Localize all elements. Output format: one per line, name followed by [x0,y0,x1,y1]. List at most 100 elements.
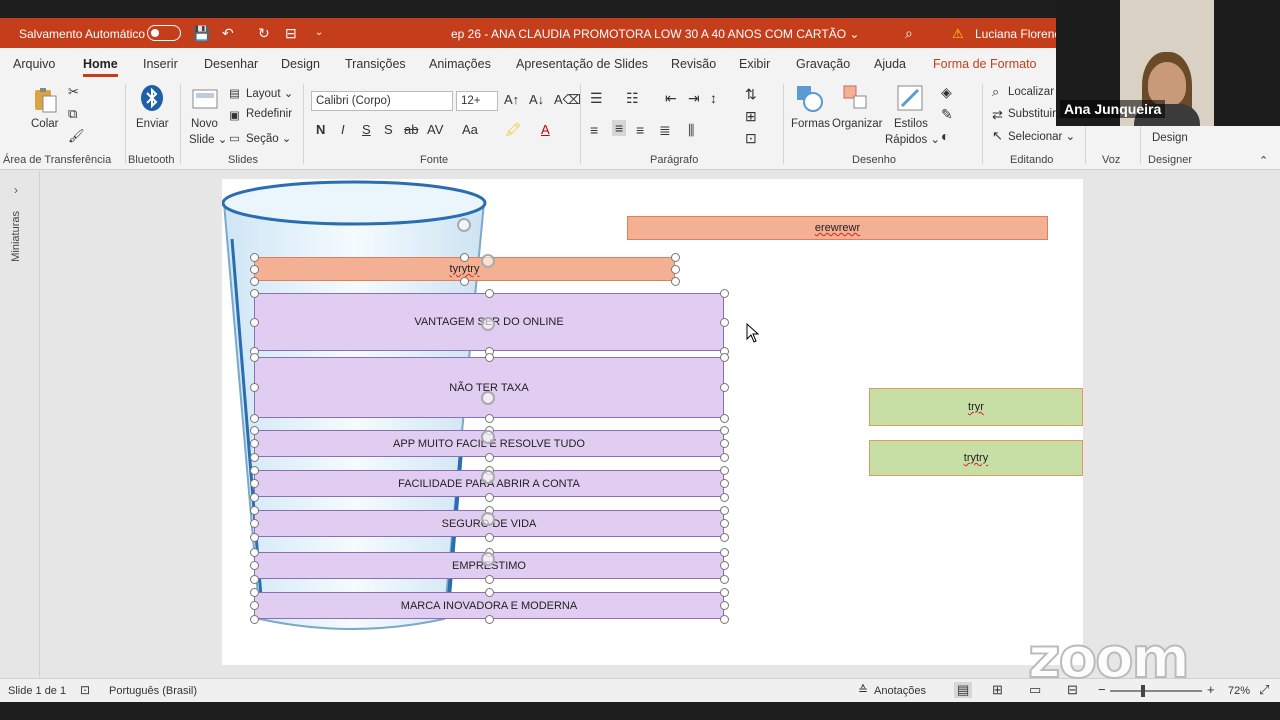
rotate-handle-icon[interactable] [481,430,495,444]
replace-button[interactable]: Substituir [1008,108,1056,120]
participant-video[interactable]: Ana Junqueira [1056,0,1280,126]
select-icon[interactable]: ↖ [992,128,1003,144]
clear-format-icon[interactable]: A⌫ [554,92,581,108]
notes-button[interactable]: Anotações [874,685,926,697]
collapse-ribbon-icon[interactable]: ⌃ [1259,154,1268,167]
shape-top-bar[interactable]: erewrewr [627,216,1048,240]
resize-handle[interactable] [719,383,729,392]
bold-icon[interactable]: N [316,122,325,137]
decrease-indent-icon[interactable]: ⇤ [665,90,677,107]
resize-handle[interactable] [249,425,259,435]
shrink-font-icon[interactable]: A↓ [529,92,544,107]
resize-handle[interactable] [484,492,494,502]
save-icon[interactable]: 💾 [193,25,210,41]
resize-handle[interactable] [249,561,259,570]
rotate-handle-icon[interactable] [457,218,471,232]
resize-handle[interactable] [249,288,259,298]
underline-icon[interactable]: S [362,122,371,137]
resize-handle[interactable] [484,587,494,597]
resize-handle[interactable] [670,264,680,274]
resize-handle[interactable] [460,276,469,286]
tab-revisao[interactable]: Revisão [671,57,716,71]
shadow-icon[interactable]: S [384,122,393,137]
find-icon[interactable]: ⌕ [992,84,999,100]
language-status[interactable]: Português (Brasil) [109,685,197,697]
copy-icon[interactable]: ⧉ [68,106,77,122]
find-button[interactable]: Localizar [1008,86,1054,98]
align-text-icon[interactable]: ⊞ [745,108,757,125]
resize-handle[interactable] [249,505,259,515]
italic-icon[interactable]: I [341,122,345,137]
reset-button[interactable]: Redefinir [246,108,292,120]
tab-home[interactable]: Home [83,57,118,77]
highlight-icon[interactable]: 🖍 [505,122,522,138]
sorter-view-icon[interactable]: ⊞ [992,682,1003,698]
rotate-handle-icon[interactable] [481,512,495,526]
document-title[interactable]: ep 26 - ANA CLAUDIA PROMOTORA LOW 30 A 4… [451,27,859,41]
fit-to-window-icon[interactable]: ⤢ [1259,682,1269,698]
zoom-level[interactable]: 72% [1228,685,1250,697]
resize-handle[interactable] [249,276,259,286]
resize-handle[interactable] [719,352,729,362]
shape-fill-icon[interactable]: ◈ [941,84,952,101]
rotate-handle-icon[interactable] [481,552,495,566]
tab-forma-de-formato[interactable]: Forma de Formato [933,57,1037,71]
format-painter-icon[interactable]: 🖌 [68,128,85,144]
font-size-select[interactable]: 12+ [456,91,498,111]
resize-handle[interactable] [719,532,729,542]
resize-handle[interactable] [249,479,259,488]
normal-view-icon[interactable]: ▤ [954,682,973,698]
text-direction-icon[interactable]: ⇅ [745,86,757,103]
autosave-toggle[interactable] [147,25,181,41]
resize-handle[interactable] [719,601,729,610]
strikethrough-icon[interactable]: ab [404,122,418,137]
section-icon[interactable]: ▭ [229,131,240,145]
resize-handle[interactable] [249,547,259,557]
resize-handle[interactable] [719,465,729,475]
resize-handle[interactable] [249,574,259,584]
customize-toolbar-icon[interactable]: ⌄ [315,25,323,41]
resize-handle[interactable] [719,505,729,515]
quick-styles-label[interactable]: Estilos [894,118,928,130]
resize-handle[interactable] [249,264,259,274]
resize-handle[interactable] [484,532,494,542]
resize-handle[interactable] [719,479,729,488]
smartart-icon[interactable]: ⊡ [745,130,757,147]
resize-handle[interactable] [484,413,494,423]
tab-desenhar[interactable]: Desenhar [204,57,258,71]
tab-animacoes[interactable]: Animações [429,57,491,71]
resize-handle[interactable] [719,492,729,502]
rotate-handle-icon[interactable] [481,317,495,331]
resize-handle[interactable] [249,317,259,327]
resize-handle[interactable] [719,317,729,327]
warning-icon[interactable]: ⚠ [952,26,964,42]
new-slide-label[interactable]: Novo [191,118,218,130]
change-case-icon[interactable]: Aa [462,122,478,137]
thumbnail-panel[interactable]: › Miniaturas [0,171,40,677]
resize-handle[interactable] [719,574,729,584]
shape-green-2[interactable]: trytry [869,440,1083,476]
resize-handle[interactable] [719,413,729,423]
spacing-icon[interactable]: AV [427,122,443,137]
undo-icon[interactable]: ↶ [222,25,234,41]
present-icon[interactable]: ⊟ [285,25,297,41]
resize-handle[interactable] [249,519,259,528]
resize-handle[interactable] [249,252,259,262]
tab-arquivo[interactable]: Arquivo [13,57,55,71]
shapes-icon[interactable] [795,84,823,112]
resize-handle[interactable] [249,587,259,597]
resize-handle[interactable] [249,439,259,448]
resize-handle[interactable] [670,276,680,286]
resize-handle[interactable] [719,547,729,557]
resize-handle[interactable] [484,352,494,362]
font-color-icon[interactable]: A [541,122,550,137]
resize-handle[interactable] [249,614,259,624]
resize-handle[interactable] [460,252,469,262]
line-spacing-icon[interactable]: ↕ [710,90,717,106]
align-right-icon[interactable]: ≡ [636,122,644,138]
user-name[interactable]: Luciana Florenci [975,27,1063,41]
layout-button[interactable]: Layout ⌄ [246,86,293,100]
resize-handle[interactable] [719,452,729,462]
resize-handle[interactable] [719,439,729,448]
tab-transicoes[interactable]: Transições [345,57,406,71]
